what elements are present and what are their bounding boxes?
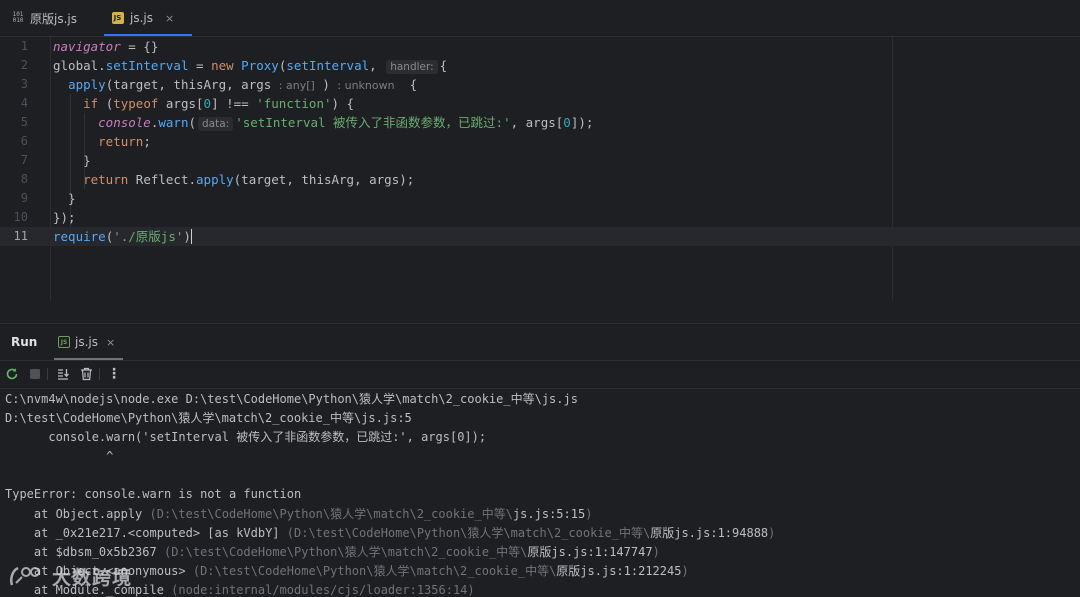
more-options-icon[interactable]: ⋮ (105, 365, 123, 383)
code-line: 4 if (typeof args[0] !== 'function') { (0, 94, 1080, 113)
console-line-file-location[interactable]: D:\test\CodeHome\Python\猿人学\match\2_cook… (5, 409, 412, 428)
run-tab-label: js.js (75, 335, 98, 349)
code-text: }); (53, 210, 76, 225)
watermark-text: 大数跨境 (52, 566, 133, 589)
rerun-icon[interactable] (3, 365, 21, 383)
code-editor[interactable]: 1 navigator = {} 2 global.setInterval = … (0, 37, 1080, 301)
run-toolbar: ⋮ (0, 360, 1080, 389)
code-text: return Reflect.apply(target, thisArg, ar… (83, 172, 415, 187)
binary-file-icon: 101 010 (12, 11, 24, 24)
source-link[interactable]: 原版js.js:1:94888 (650, 526, 768, 540)
editor-tab-original-js[interactable]: 101 010 原版js.js (12, 0, 77, 36)
code-text: } (53, 153, 91, 168)
stack-trace-line: at Object.apply (D:\test\CodeHome\Python… (5, 507, 593, 521)
watermark-logo-icon (10, 566, 40, 586)
line-number: 8 (20, 172, 28, 186)
type-hint: : any[] (278, 79, 315, 92)
line-number: 1 (20, 39, 28, 53)
line-number: 9 (20, 191, 28, 205)
trash-icon[interactable] (77, 365, 95, 383)
line-number: 6 (20, 134, 28, 148)
nodejs-icon: JS (58, 336, 70, 348)
source-link[interactable]: 原版js.js:1:212245 (556, 564, 681, 578)
code-text: apply(target, thisArg, args : any[] ) : … (68, 77, 418, 92)
line-number: 11 (13, 229, 28, 243)
code-line: 7 } (0, 151, 1080, 170)
run-tool-window-header: Run JS js.js × (0, 323, 1080, 361)
line-number: 5 (20, 115, 28, 129)
code-line: 2 global.setInterval = new Proxy(setInte… (0, 56, 1080, 75)
console-line-command: C:\nvm4w\nodejs\node.exe D:\test\CodeHom… (5, 392, 578, 406)
code-text: return; (98, 134, 151, 149)
code-line: 5 console.warn(data:'setInterval 被传入了非函数… (0, 113, 1080, 132)
line-number: 7 (20, 153, 28, 167)
type-hint: : unknown (337, 79, 395, 92)
source-link[interactable]: 原版js.js:1:147747 (527, 545, 652, 559)
code-line: 9 } (0, 189, 1080, 208)
stack-trace-line: at _0x21e217.<computed> [as kVdbY] (D:\t… (5, 526, 776, 540)
close-icon[interactable]: × (165, 12, 174, 25)
editor-tab-label: js.js (130, 11, 153, 25)
code-text: } (53, 191, 76, 206)
code-line-current: 11 require('./原版js') (0, 227, 1080, 246)
editor-tab-bar: 101 010 原版js.js JS js.js × (0, 0, 1080, 37)
editor-tab-label: 原版js.js (30, 11, 77, 26)
console-line-error: TypeError: console.warn is not a functio… (5, 487, 302, 501)
run-panel-title: Run (11, 335, 38, 349)
stack-trace-line: at $dbsm_0x5b2367 (D:\test\CodeHome\Pyth… (5, 545, 660, 559)
code-line: 3 apply(target, thisArg, args : any[] ) … (0, 75, 1080, 94)
text-caret (190, 229, 192, 244)
line-number: 3 (20, 77, 28, 91)
code-text: require('./原版js') (53, 229, 192, 244)
parameter-hint: data: (198, 117, 234, 131)
close-icon[interactable]: × (106, 336, 115, 349)
code-line: 10 }); (0, 208, 1080, 227)
code-text: navigator = {} (53, 39, 159, 54)
watermark: 大数跨境 (8, 561, 132, 591)
line-number: 10 (13, 210, 28, 224)
console-line-caret: ^ (5, 449, 114, 463)
scroll-to-end-icon[interactable] (54, 365, 72, 383)
code-text: console.warn(data:'setInterval 被传入了非函数参数… (98, 115, 594, 131)
code-text: global.setInterval = new Proxy(setInterv… (53, 58, 448, 74)
console-output[interactable]: C:\nvm4w\nodejs\node.exe D:\test\CodeHom… (0, 389, 1080, 597)
run-tab-js[interactable]: JS js.js × (53, 324, 124, 360)
code-line: 6 return; (0, 132, 1080, 151)
editor-tab-js[interactable]: JS js.js × (103, 0, 193, 36)
code-line: 1 navigator = {} (0, 37, 1080, 56)
console-line-source: console.warn('setInterval 被传入了非函数参数，已跳过:… (5, 430, 487, 444)
toolbar-separator (99, 368, 100, 380)
code-text: if (typeof args[0] !== 'function') { (83, 96, 355, 111)
line-number: 4 (20, 96, 28, 110)
toolbar-separator (47, 368, 48, 380)
code-line: 8 return Reflect.apply(target, thisArg, … (0, 170, 1080, 189)
parameter-hint: handler: (386, 60, 438, 74)
source-link[interactable]: js.js:5:15 (513, 507, 585, 521)
stop-icon[interactable] (26, 365, 44, 383)
line-number: 2 (20, 58, 28, 72)
javascript-file-icon: JS (112, 12, 124, 24)
